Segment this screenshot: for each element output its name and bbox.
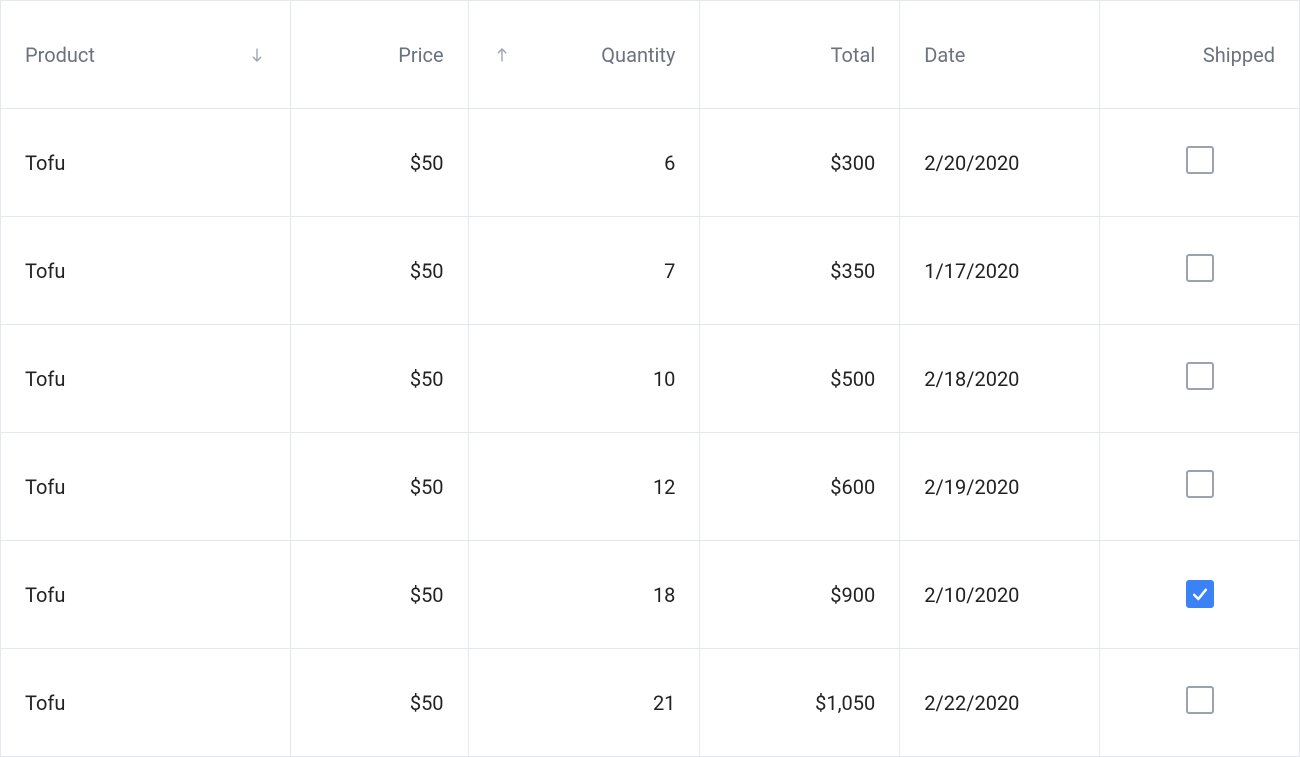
cell-total: $350 xyxy=(700,217,900,325)
cell-price: $50 xyxy=(290,541,468,649)
cell-price: $50 xyxy=(290,217,468,325)
column-header-product[interactable]: Product xyxy=(1,1,291,109)
shipped-checkbox[interactable] xyxy=(1186,254,1214,282)
column-header-date[interactable]: Date xyxy=(900,1,1100,109)
arrow-down-icon xyxy=(248,46,266,64)
cell-product: Tofu xyxy=(1,325,291,433)
column-header-date-label: Date xyxy=(924,43,965,67)
cell-product: Tofu xyxy=(1,217,291,325)
orders-table: Product Price Quantity xyxy=(0,0,1300,757)
column-header-quantity-label: Quantity xyxy=(601,43,675,67)
cell-quantity: 6 xyxy=(468,109,700,217)
cell-quantity: 21 xyxy=(468,649,700,757)
cell-shipped xyxy=(1100,433,1300,541)
cell-date: 2/10/2020 xyxy=(900,541,1100,649)
shipped-checkbox[interactable] xyxy=(1186,470,1214,498)
cell-total: $1,050 xyxy=(700,649,900,757)
cell-product: Tofu xyxy=(1,541,291,649)
cell-total: $300 xyxy=(700,109,900,217)
cell-quantity: 7 xyxy=(468,217,700,325)
cell-date: 2/18/2020 xyxy=(900,325,1100,433)
column-header-price-label: Price xyxy=(398,43,443,67)
column-header-shipped[interactable]: Shipped xyxy=(1100,1,1300,109)
shipped-checkbox[interactable] xyxy=(1186,686,1214,714)
cell-total: $900 xyxy=(700,541,900,649)
cell-product: Tofu xyxy=(1,109,291,217)
cell-date: 2/19/2020 xyxy=(900,433,1100,541)
table-row: Tofu$5012$6002/19/2020 xyxy=(1,433,1300,541)
cell-price: $50 xyxy=(290,325,468,433)
cell-shipped xyxy=(1100,325,1300,433)
cell-shipped xyxy=(1100,649,1300,757)
cell-product: Tofu xyxy=(1,649,291,757)
cell-shipped xyxy=(1100,541,1300,649)
cell-price: $50 xyxy=(290,109,468,217)
table-row: Tofu$5021$1,0502/22/2020 xyxy=(1,649,1300,757)
table-row: Tofu$507$3501/17/2020 xyxy=(1,217,1300,325)
cell-date: 2/22/2020 xyxy=(900,649,1100,757)
cell-shipped xyxy=(1100,109,1300,217)
table-row: Tofu$5010$5002/18/2020 xyxy=(1,325,1300,433)
cell-date: 1/17/2020 xyxy=(900,217,1100,325)
table-body: Tofu$506$3002/20/2020Tofu$507$3501/17/20… xyxy=(1,109,1300,757)
column-header-shipped-label: Shipped xyxy=(1203,43,1275,67)
table-header: Product Price Quantity xyxy=(1,1,1300,109)
column-header-price[interactable]: Price xyxy=(290,1,468,109)
column-header-quantity[interactable]: Quantity xyxy=(468,1,700,109)
table-header-row: Product Price Quantity xyxy=(1,1,1300,109)
arrow-up-icon xyxy=(493,46,511,64)
table-row: Tofu$5018$9002/10/2020 xyxy=(1,541,1300,649)
cell-quantity: 10 xyxy=(468,325,700,433)
cell-price: $50 xyxy=(290,433,468,541)
cell-shipped xyxy=(1100,217,1300,325)
shipped-checkbox[interactable] xyxy=(1186,362,1214,390)
shipped-checkbox[interactable] xyxy=(1186,146,1214,174)
cell-product: Tofu xyxy=(1,433,291,541)
cell-date: 2/20/2020 xyxy=(900,109,1100,217)
cell-total: $500 xyxy=(700,325,900,433)
column-header-product-label: Product xyxy=(25,43,95,67)
table-row: Tofu$506$3002/20/2020 xyxy=(1,109,1300,217)
cell-quantity: 18 xyxy=(468,541,700,649)
shipped-checkbox[interactable] xyxy=(1186,580,1214,608)
column-header-total[interactable]: Total xyxy=(700,1,900,109)
column-header-total-label: Total xyxy=(831,43,876,67)
cell-quantity: 12 xyxy=(468,433,700,541)
cell-total: $600 xyxy=(700,433,900,541)
cell-price: $50 xyxy=(290,649,468,757)
